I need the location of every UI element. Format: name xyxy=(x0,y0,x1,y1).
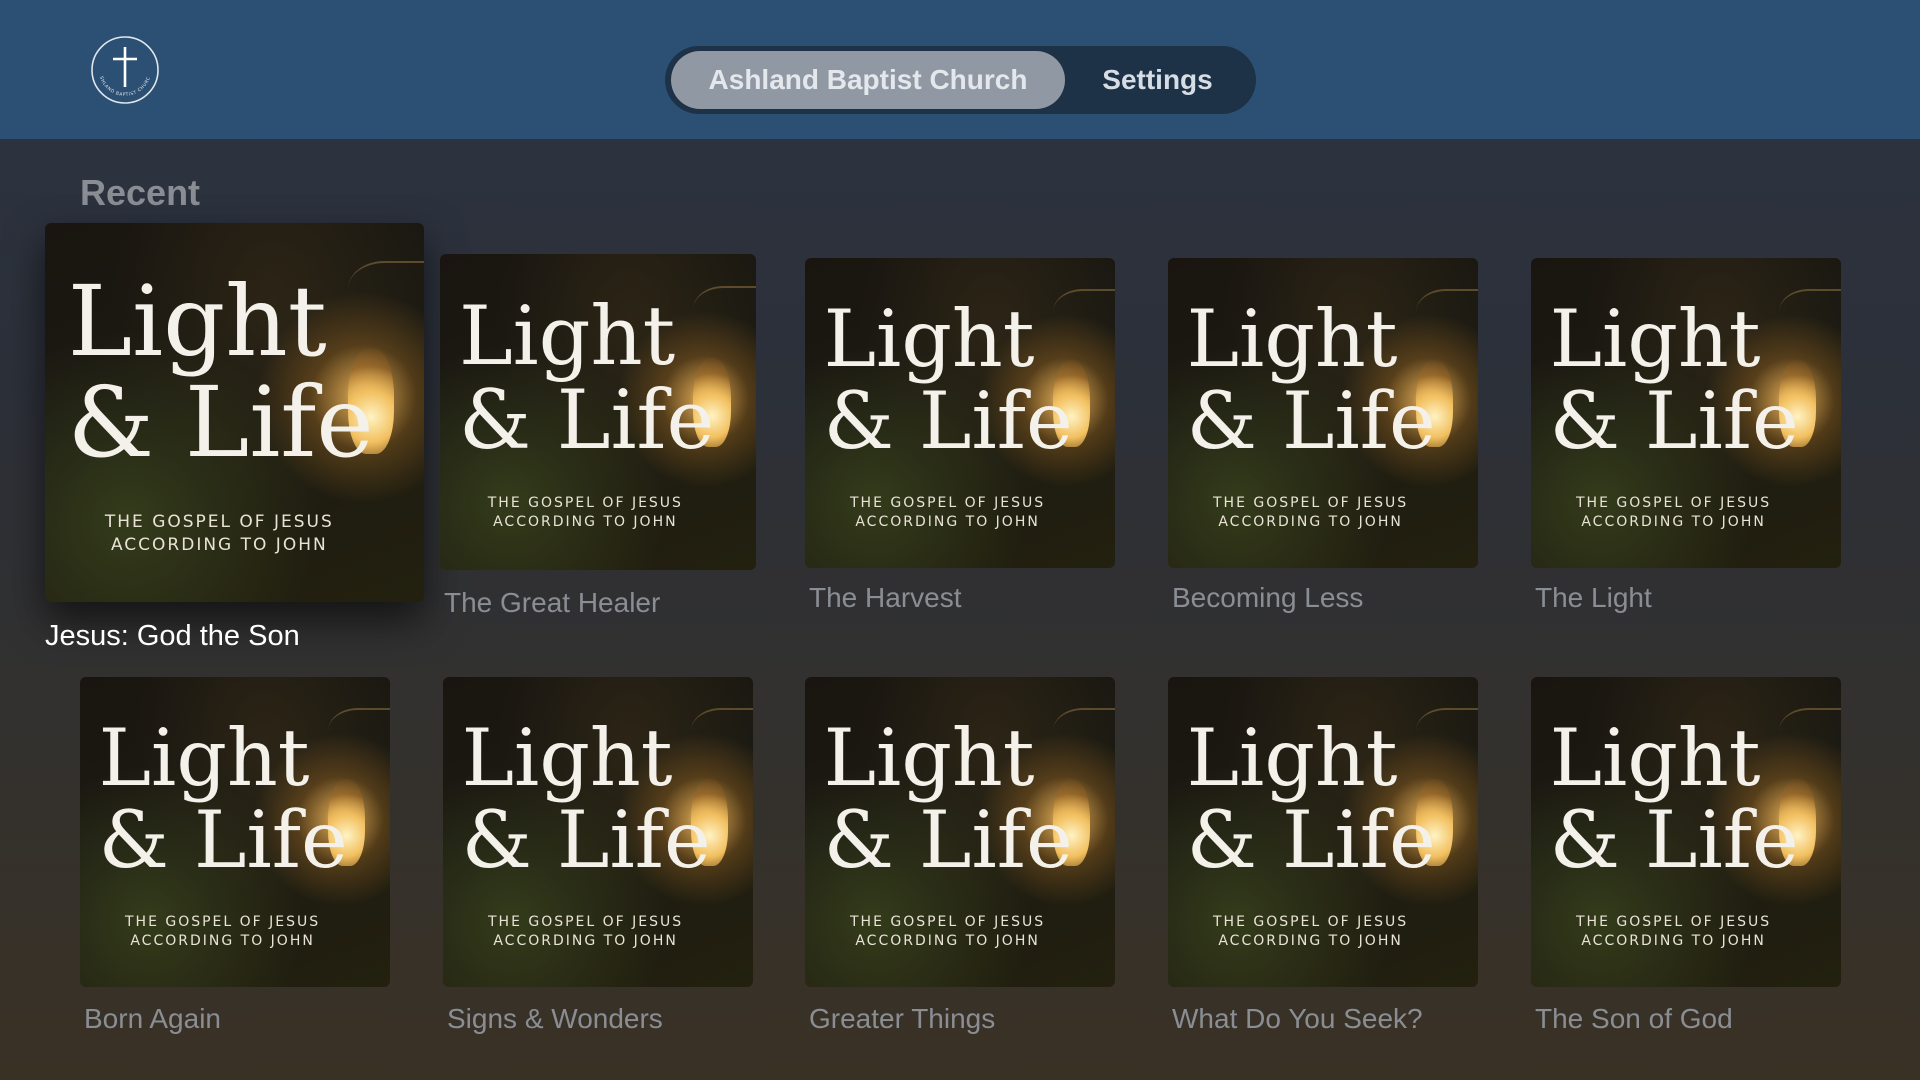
sermon-title: Greater Things xyxy=(809,1003,996,1034)
sermon-artwork: Light & Life THE GOSPEL OF JESUS ACCORDIN… xyxy=(1168,258,1478,568)
sermon-tile[interactable]: Light & Life THE GOSPEL OF JESUS ACCORDIN… xyxy=(440,254,756,618)
sermon-title: What Do You Seek? xyxy=(1172,1003,1423,1034)
section-title: Recent xyxy=(80,172,201,213)
sermon-tile[interactable]: Light & Life THE GOSPEL OF JESUS ACCORDIN… xyxy=(805,677,1115,1034)
sermon-artwork: Light & Life THE GOSPEL OF JESUS ACCORDIN… xyxy=(805,258,1115,568)
artwork-title: Light & Life xyxy=(458,290,715,469)
artwork-subtitle: THE GOSPEL OF JESUS ACCORDING TO JOHN xyxy=(487,495,683,530)
sermon-artwork: Light & Life THE GOSPEL OF JESUS ACCORDIN… xyxy=(1168,677,1478,987)
sermon-title: The Great Healer xyxy=(444,587,661,618)
cross-circle-logo: ASHLAND BAPTIST CHURCH xyxy=(90,35,159,104)
artwork-title: Light & Life xyxy=(1186,712,1436,887)
tab-settings[interactable]: Settings xyxy=(1065,51,1250,109)
sermon-title: The Son of God xyxy=(1535,1003,1733,1034)
artwork-subtitle: THE GOSPEL OF JESUS ACCORDING TO JOHN xyxy=(124,914,321,949)
sermon-tile[interactable]: Light & Life THE GOSPEL OF JESUS ACCORDIN… xyxy=(1531,677,1841,1034)
sermon-artwork: Light & Life THE GOSPEL OF JESUS ACCORDIN… xyxy=(805,677,1115,987)
tab-label: Ashland Baptist Church xyxy=(708,64,1028,95)
sermon-title: The Harvest xyxy=(809,582,962,613)
artwork-title: Light & Life xyxy=(461,712,711,887)
artwork-subtitle: THE GOSPEL OF JESUS ACCORDING TO JOHN xyxy=(1212,914,1409,949)
artwork-subtitle: THE GOSPEL OF JESUS ACCORDING TO JOHN xyxy=(1575,495,1772,530)
top-bar: ASHLAND BAPTIST CHURCH Ashland Baptist C… xyxy=(0,0,1920,139)
sermon-tile[interactable]: Light & Life THE GOSPEL OF JESUS ACCORDIN… xyxy=(805,258,1115,613)
sermon-artwork: Light & Life THE GOSPEL OF JESUS ACCORDIN… xyxy=(45,223,424,602)
artwork-title: Light & Life xyxy=(1549,712,1799,887)
tab-label: Settings xyxy=(1102,64,1213,95)
sermon-tile[interactable]: Light & Life THE GOSPEL OF JESUS ACCORDIN… xyxy=(1531,258,1841,613)
sermon-title: Signs & Wonders xyxy=(447,1003,663,1034)
artwork-title: Light & Life xyxy=(67,265,374,480)
artwork-title: Light & Life xyxy=(98,712,348,887)
artwork-subtitle: THE GOSPEL OF JESUS ACCORDING TO JOHN xyxy=(1575,914,1772,949)
tab-ashland-baptist-church[interactable]: Ashland Baptist Church xyxy=(671,51,1065,109)
artwork-title: Light & Life xyxy=(1549,293,1799,468)
artwork-subtitle: THE GOSPEL OF JESUS ACCORDING TO JOHN xyxy=(487,914,684,949)
artwork-subtitle: THE GOSPEL OF JESUS ACCORDING TO JOHN xyxy=(104,512,334,555)
sermon-tile[interactable]: Light & Life THE GOSPEL OF JESUS ACCORDIN… xyxy=(1168,677,1478,1034)
sermon-title: Becoming Less xyxy=(1172,582,1364,613)
segmented-control: Ashland Baptist Church Settings xyxy=(665,46,1256,114)
sermon-title: Born Again xyxy=(84,1003,221,1034)
sermon-artwork: Light & Life THE GOSPEL OF JESUS ACCORDIN… xyxy=(443,677,753,987)
logo-text: ASHLAND BAPTIST CHURCH xyxy=(90,35,151,98)
artwork-subtitle: THE GOSPEL OF JESUS ACCORDING TO JOHN xyxy=(849,914,1046,949)
sermon-tile[interactable]: Light & Life THE GOSPEL OF JESUS ACCORDIN… xyxy=(80,677,390,1034)
sermon-artwork: Light & Life THE GOSPEL OF JESUS ACCORDIN… xyxy=(1531,677,1841,987)
artwork-title: Light & Life xyxy=(1186,293,1436,468)
sermon-tile[interactable]: Light & Life THE GOSPEL OF JESUS ACCORDIN… xyxy=(1168,258,1478,613)
artwork-subtitle: THE GOSPEL OF JESUS ACCORDING TO JOHN xyxy=(1212,495,1409,530)
artwork-title: Light & Life xyxy=(823,293,1073,468)
artwork-title: Light & Life xyxy=(823,712,1073,887)
sermon-title: The Light xyxy=(1535,582,1652,613)
sermon-tile[interactable]: Light & Life THE GOSPEL OF JESUS ACCORDIN… xyxy=(443,677,753,1034)
sermon-title: Jesus: God the Son xyxy=(45,620,300,652)
svg-text:ASHLAND BAPTIST CHURCH: ASHLAND BAPTIST CHURCH xyxy=(90,35,152,98)
sermon-tile[interactable]: Light & Life THE GOSPEL OF JESUS ACCORDIN… xyxy=(45,223,424,652)
sermon-artwork: Light & Life THE GOSPEL OF JESUS ACCORDIN… xyxy=(80,677,390,987)
sermon-artwork: Light & Life THE GOSPEL OF JESUS ACCORDIN… xyxy=(440,254,756,570)
artwork-subtitle: THE GOSPEL OF JESUS ACCORDING TO JOHN xyxy=(849,495,1046,530)
sermon-artwork: Light & Life THE GOSPEL OF JESUS ACCORDIN… xyxy=(1531,258,1841,568)
